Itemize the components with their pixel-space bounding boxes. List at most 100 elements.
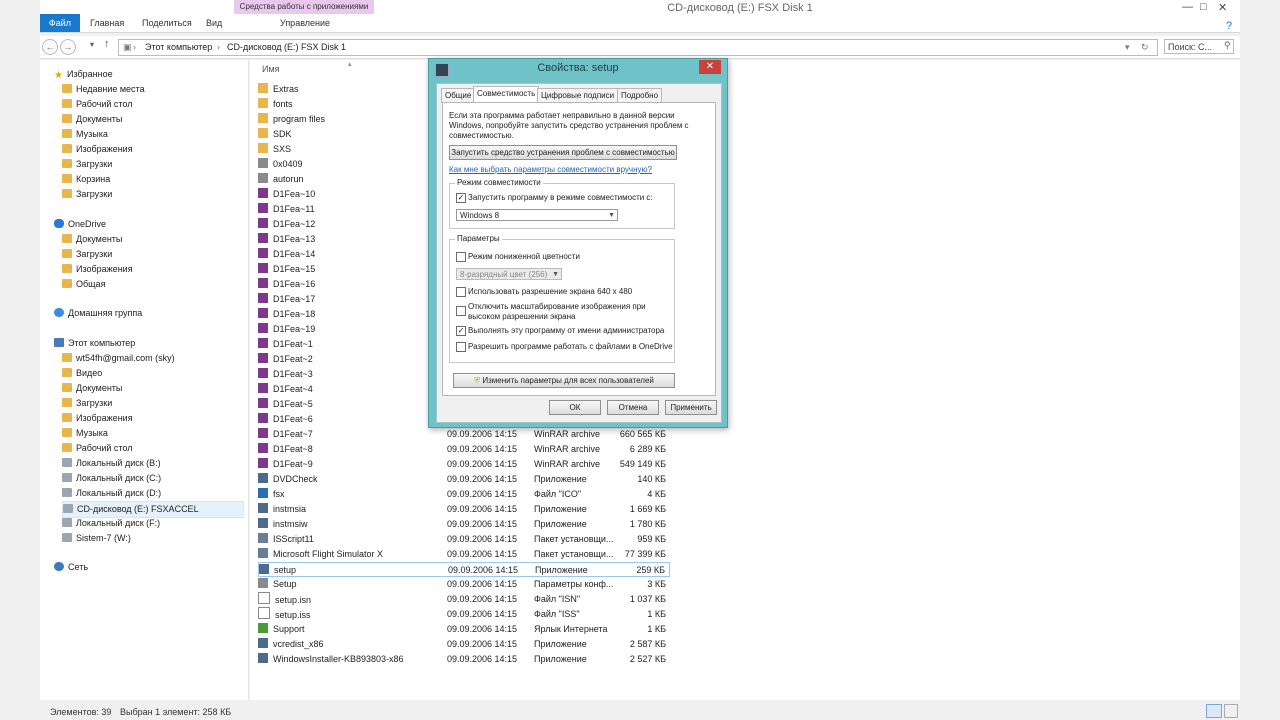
nav-favorites-item[interactable]: Рабочий стол xyxy=(62,97,133,112)
ok-button[interactable]: ОК xyxy=(549,400,601,415)
file-date: 09.09.2006 14:15 xyxy=(447,519,518,529)
breadcrumb-drive[interactable]: CD-дисковод (E:) FSX Disk 1 xyxy=(227,42,346,52)
address-bar[interactable]: ▣ › Этот компьютер › CD-дисковод (E:) FS… xyxy=(118,39,1158,56)
nav-onedrive-item[interactable]: Изображения xyxy=(62,262,133,277)
refresh-icon[interactable]: ↻ xyxy=(1141,42,1149,53)
column-header-name[interactable]: Имя xyxy=(262,64,280,74)
large-icons-view-icon[interactable] xyxy=(1224,704,1238,718)
nav-onedrive-item[interactable]: Документы xyxy=(62,232,122,247)
nav-this-pc-item[interactable]: Загрузки xyxy=(62,396,112,411)
nav-this-pc-item[interactable]: Видео xyxy=(62,366,102,381)
file-row[interactable]: setup.iss 09.09.2006 14:15 Файл "ISS" 1 КБ xyxy=(258,607,670,622)
run-admin-checkbox[interactable]: ✓ xyxy=(456,326,466,336)
nav-this-pc-item[interactable]: Локальный диск (D:) xyxy=(62,486,161,501)
dpi-scaling-checkbox[interactable] xyxy=(456,306,466,316)
file-date: 09.09.2006 14:15 xyxy=(447,429,518,439)
nav-onedrive-item[interactable]: Общая xyxy=(62,277,105,292)
file-row[interactable]: Setup 09.09.2006 14:15 Параметры конф... 3 … xyxy=(258,577,670,592)
nav-favorites-item[interactable]: Корзина xyxy=(62,172,110,187)
rar-icon xyxy=(258,338,268,348)
res-640-checkbox[interactable] xyxy=(456,287,466,297)
file-row[interactable]: Microsoft Flight Simulator X 09.09.2006 1… xyxy=(258,547,670,562)
rar-icon xyxy=(258,353,268,363)
nav-onedrive[interactable]: OneDrive xyxy=(54,217,106,232)
apply-button[interactable]: Применить xyxy=(665,400,717,415)
tab-file[interactable]: Файл xyxy=(40,14,80,32)
tab-digital-signatures[interactable]: Цифровые подписи xyxy=(537,88,619,103)
color-depth-select[interactable]: 8-разрядный цвет (256) ▼ xyxy=(456,268,562,280)
forward-button[interactable]: → xyxy=(60,39,76,55)
up-arrow-icon[interactable]: ↑ xyxy=(104,38,110,50)
nav-this-pc-item[interactable]: Локальный диск (C:) xyxy=(62,471,161,486)
back-button[interactable]: ← xyxy=(42,39,58,55)
nav-homegroup[interactable]: Домашняя группа xyxy=(54,306,142,321)
file-row[interactable]: instmsiw 09.09.2006 14:15 Приложение 1 780 … xyxy=(258,517,670,532)
folder-icon xyxy=(258,83,268,93)
nav-favorites-item[interactable]: Недавние места xyxy=(62,82,145,97)
nav-this-pc-item[interactable]: Локальный диск (F:) xyxy=(62,516,160,531)
compat-mode-checkbox[interactable]: ✓ xyxy=(456,193,466,203)
file-row[interactable]: vcredist_x86 09.09.2006 14:15 Приложение 2 … xyxy=(258,637,670,652)
nav-this-pc-item[interactable]: Sistem-7 (W:) xyxy=(62,531,131,546)
file-row[interactable]: Support 09.09.2006 14:15 Ярлык Интернета 1 … xyxy=(258,622,670,637)
properties-dialog: Свойства: setup ✕ Общие Совместимость Ци… xyxy=(428,58,728,428)
all-users-button[interactable]: ⛨ Изменить параметры для всех пользовате… xyxy=(453,373,675,388)
file-row[interactable]: WindowsInstaller-KB893803-x86 09.09.2006 … xyxy=(258,652,670,667)
tab-home[interactable]: Главная xyxy=(90,14,124,32)
breadcrumb-this-pc[interactable]: Этот компьютер xyxy=(145,42,212,52)
cancel-button[interactable]: Отмена xyxy=(607,400,659,415)
file-row[interactable]: fsx 09.09.2006 14:15 Файл "ICO" 4 КБ xyxy=(258,487,670,502)
folder-icon xyxy=(62,353,72,362)
details-view-icon[interactable] xyxy=(1206,704,1222,718)
file-size: 3 КБ xyxy=(647,579,666,589)
nav-this-pc-item[interactable]: Локальный диск (B:) xyxy=(62,456,161,471)
nav-favorites-item[interactable]: Музыка xyxy=(62,127,108,142)
tab-view[interactable]: Вид xyxy=(206,14,222,32)
nav-this-pc-item[interactable]: Изображения xyxy=(62,411,133,426)
dialog-close-button[interactable]: ✕ xyxy=(699,60,721,74)
nav-this-pc-item[interactable]: Музыка xyxy=(62,426,108,441)
nav-this-pc[interactable]: Этот компьютер xyxy=(54,336,135,351)
file-row[interactable]: setup 09.09.2006 14:15 Приложение 259 КБ xyxy=(258,562,670,577)
onedrive-files-checkbox[interactable] xyxy=(456,342,466,352)
tab-general[interactable]: Общие xyxy=(441,88,476,103)
file-row[interactable]: setup.isn 09.09.2006 14:15 Файл "ISN" 1 037… xyxy=(258,592,670,607)
file-row[interactable]: ISScript11 09.09.2006 14:15 Пакет установщ… xyxy=(258,532,670,547)
nav-this-pc-item[interactable]: Документы xyxy=(62,381,122,396)
nav-favorites-item[interactable]: Загрузки xyxy=(62,157,112,172)
nav-network[interactable]: Сеть xyxy=(54,560,88,575)
params-group-title: Параметры xyxy=(455,234,502,243)
troubleshoot-button[interactable]: Запустить средство устранения проблем с … xyxy=(449,145,677,160)
compat-os-select[interactable]: Windows 8 ▼ xyxy=(456,209,618,221)
search-icon[interactable]: ⚲ xyxy=(1224,40,1231,51)
nav-onedrive-item[interactable]: Загрузки xyxy=(62,247,112,262)
address-row: ← → ▾ ↑ ▣ › Этот компьютер › CD-дисковод… xyxy=(40,36,1240,59)
folder-icon xyxy=(62,84,72,93)
file-date: 09.09.2006 14:15 xyxy=(447,489,518,499)
file-name: setup.iss xyxy=(275,610,311,620)
tab-manage[interactable]: Управление xyxy=(280,14,330,32)
chevron-down-icon[interactable]: ▾ xyxy=(1125,42,1130,53)
file-row[interactable]: D1Feat~8 09.09.2006 14:15 WinRAR archive 6 … xyxy=(258,442,670,457)
file-date: 09.09.2006 14:15 xyxy=(447,594,518,604)
tab-details[interactable]: Подробно xyxy=(617,88,663,103)
file-name: program files xyxy=(273,114,326,124)
file-name: D1Fea~13 xyxy=(273,234,316,244)
reduced-color-checkbox[interactable] xyxy=(456,252,466,262)
nav-favorites[interactable]: ★ Избранное xyxy=(54,67,113,82)
tab-compatibility[interactable]: Совместимость xyxy=(473,86,540,103)
nav-favorites-item[interactable]: Документы xyxy=(62,112,122,127)
nav-this-pc-item[interactable]: wt54fh@gmail.com (sky) xyxy=(62,351,175,366)
recent-dropdown-icon[interactable]: ▾ xyxy=(90,40,94,49)
file-row[interactable]: DVDCheck 09.09.2006 14:15 Приложение 140 КБ xyxy=(258,472,670,487)
help-icon[interactable]: ? xyxy=(1226,20,1232,32)
file-row[interactable]: D1Feat~7 09.09.2006 14:15 WinRAR archive 66… xyxy=(258,427,670,442)
nav-favorites-item[interactable]: Изображения xyxy=(62,142,133,157)
nav-this-pc-item[interactable]: Рабочий стол xyxy=(62,441,133,456)
star-icon: ★ xyxy=(54,70,63,81)
tab-share[interactable]: Поделиться xyxy=(142,14,192,32)
file-row[interactable]: D1Feat~9 09.09.2006 14:15 WinRAR archive 54… xyxy=(258,457,670,472)
manual-settings-link[interactable]: Как мне выбрать параметры совместимости … xyxy=(449,165,652,174)
nav-favorites-item[interactable]: Загрузки xyxy=(62,187,112,202)
file-row[interactable]: instmsia 09.09.2006 14:15 Приложение 1 669 … xyxy=(258,502,670,517)
